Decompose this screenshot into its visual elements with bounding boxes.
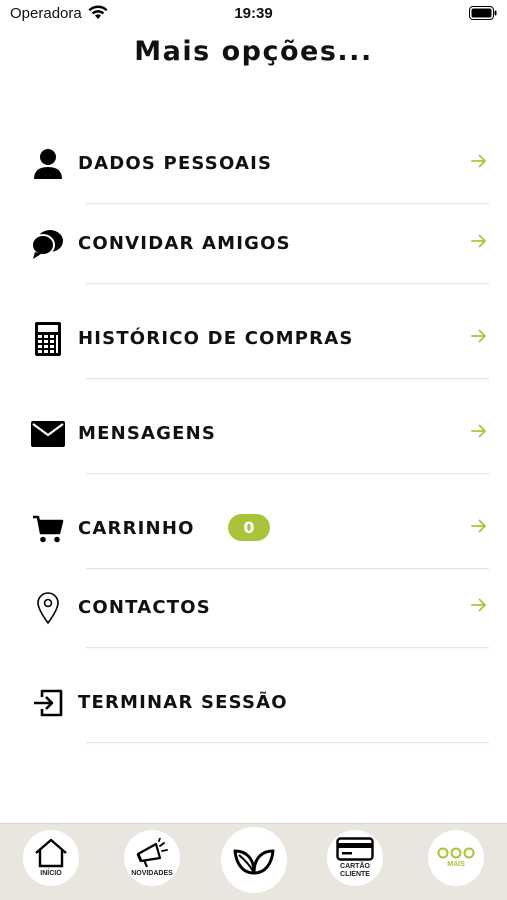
tab-inicio[interactable]: INÍCIO	[23, 830, 79, 886]
divider	[86, 568, 489, 569]
tab-label: CARTÃO CLIENTE	[340, 863, 370, 879]
envelope-icon	[30, 416, 66, 452]
cart-count-badge: 0	[228, 514, 270, 541]
chat-bubbles-icon	[30, 226, 66, 262]
menu-item-historico-de-compras[interactable]: HISTÓRICO DE COMPRAS	[0, 309, 507, 379]
menu-item-carrinho[interactable]: CARRINHO 0	[0, 499, 507, 569]
menu-item-label: CONVIDAR AMIGOS	[78, 233, 291, 254]
arrow-right-icon	[471, 234, 486, 248]
status-bar: Operadora 19:39	[0, 0, 507, 28]
menu-item-dados-pessoais[interactable]: DADOS PESSOAIS	[0, 134, 507, 204]
menu-item-mensagens[interactable]: MENSAGENS	[0, 404, 507, 474]
divider	[86, 283, 489, 284]
more-circles-icon	[437, 847, 475, 859]
divider	[86, 203, 489, 204]
tab-bar: INÍCIO NOVIDADES CARTÃO CLIENTE MAIS	[0, 823, 507, 900]
tab-label-line2: CLIENTE	[340, 871, 370, 878]
menu-item-label: HISTÓRICO DE COMPRAS	[78, 328, 354, 349]
tab-label: MAIS	[447, 861, 465, 868]
person-icon	[30, 146, 66, 182]
logout-icon	[30, 685, 66, 721]
leaves-icon	[233, 849, 275, 875]
megaphone-icon	[136, 838, 168, 868]
divider	[86, 742, 489, 743]
menu-item-label: CONTACTOS	[78, 597, 211, 618]
status-time: 19:39	[234, 5, 273, 22]
tab-mais[interactable]: MAIS	[428, 830, 484, 886]
divider	[86, 647, 489, 648]
tab-label-line1: CARTÃO	[340, 863, 370, 870]
menu-item-label: MENSAGENS	[78, 423, 217, 444]
menu-item-contactos[interactable]: CONTACTOS	[0, 578, 507, 648]
divider	[86, 473, 489, 474]
menu-item-convidar-amigos[interactable]: CONVIDAR AMIGOS	[0, 214, 507, 284]
tab-novidades[interactable]: NOVIDADES	[124, 830, 180, 886]
cart-icon	[30, 511, 66, 547]
tab-label: INÍCIO	[40, 870, 62, 877]
tab-label: NOVIDADES	[131, 870, 173, 877]
menu-item-label: TERMINAR SESSÃO	[78, 692, 288, 713]
calculator-icon	[30, 321, 66, 357]
arrow-right-icon	[471, 598, 486, 612]
menu-item-label: CARRINHO	[78, 518, 195, 539]
home-icon	[35, 838, 67, 868]
card-icon	[336, 837, 374, 861]
tab-home-logo[interactable]	[221, 827, 287, 893]
menu-item-terminar-sessao[interactable]: TERMINAR SESSÃO	[0, 673, 507, 743]
arrow-right-icon	[471, 519, 486, 533]
divider	[86, 378, 489, 379]
battery-icon	[469, 6, 497, 20]
arrow-right-icon	[471, 424, 486, 438]
map-pin-icon	[30, 590, 66, 626]
menu-item-label: DADOS PESSOAIS	[78, 153, 273, 174]
arrow-right-icon	[471, 329, 486, 343]
arrow-right-icon	[471, 154, 486, 168]
page-title: Mais opções...	[134, 36, 373, 67]
tab-cartao-cliente[interactable]: CARTÃO CLIENTE	[327, 830, 383, 886]
